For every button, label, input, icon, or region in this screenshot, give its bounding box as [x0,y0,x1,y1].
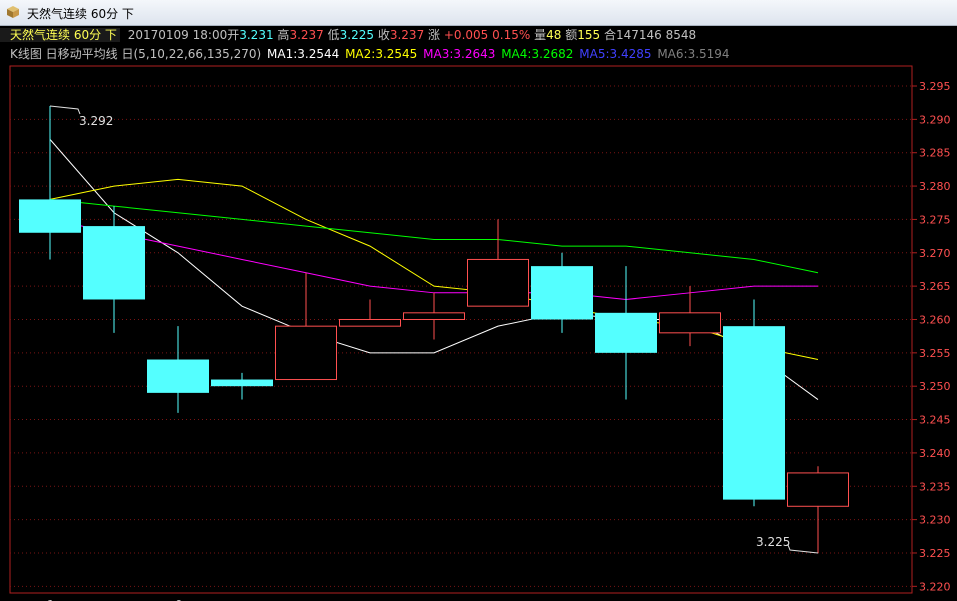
candle-body-up[interactable] [787,472,849,507]
window-titlebar: 天然气连续 60分 下 [0,0,957,26]
y-tick-label: 3.290 [919,113,951,126]
candle-body-up[interactable] [339,318,401,327]
amount-label: 额 [565,28,578,42]
quote-datetime: 20170109 18:00 [127,28,228,42]
y-tick-label: 3.275 [919,213,951,226]
candle-body-down[interactable] [83,226,145,300]
low-annotation: 3.225 [756,535,790,549]
y-tick-label: 3.295 [919,80,951,93]
candle-body-down[interactable] [595,312,657,353]
volume-label: 量 [534,28,547,42]
ma-line-ma4 [49,198,819,274]
candle-body-up[interactable] [403,312,465,320]
y-tick-label: 3.265 [919,280,951,293]
ma-legend-bar: K线图 日移动平均线 日(5,10,22,66,135,270) MA1:3.2… [0,45,957,64]
candle-body-up[interactable] [275,325,337,381]
candle-body-up[interactable] [659,312,721,334]
annotation-leader [787,544,819,554]
ma5-legend: MA5:3.4285 [579,47,652,61]
open-value: 3.231 [239,28,274,42]
y-tick-label: 3.235 [919,480,951,493]
y-tick-label: 3.255 [919,347,951,360]
low-value: 3.225 [339,28,374,42]
change-value: +0.005 [443,28,489,42]
volume-value: 48 [546,28,562,42]
close-value: 3.237 [389,28,425,42]
annotation-leader [49,105,81,115]
y-tick-label: 3.250 [919,380,951,393]
ma-line-ma3 [49,218,818,300]
open-label: 开 [227,28,240,42]
change-percent: 0.15% [492,28,531,42]
open-interest-label: 合 [603,28,616,42]
y-tick-label: 3.260 [919,313,951,326]
y-tick-label: 3.240 [919,447,951,460]
candle-body-down[interactable] [211,379,273,387]
candlestick-chart[interactable]: 3.220 3.225 3.230 3.235 3.240 3.245 3.250 3.255… [0,64,957,601]
high-label: 高 [277,28,290,42]
window-title: 天然气连续 60分 下 [27,7,134,21]
high-value: 3.237 [289,28,324,42]
indicator-name[interactable]: K线图 日移动平均线 日(5,10,22,66,135,270) [0,47,261,61]
change-label: 涨 [428,28,441,42]
candle-body-down[interactable] [147,359,209,393]
candle-body-down[interactable] [19,199,81,233]
y-tick-label: 3.220 [919,580,951,593]
candle-body-down[interactable] [723,326,785,500]
ma6-legend: MA6:3.5194 [657,47,730,61]
low-label: 低 [327,28,340,42]
ma2-legend: MA2:3.2545 [345,47,418,61]
y-tick-label: 3.230 [919,514,951,527]
quote-info-bar: 天然气连续 60分 下 20170109 18:00开3.231 高3.237 … [0,26,957,45]
candle-body-up[interactable] [467,258,529,307]
y-tick-label: 3.225 [919,547,951,560]
app-cube-icon [7,6,19,18]
y-tick-label: 3.280 [919,180,951,193]
y-tick-label: 3.245 [919,414,951,427]
ma1-legend: MA1:3.2544 [267,47,340,61]
close-label: 收 [377,28,390,42]
extra-value: 8548 [665,28,697,42]
high-annotation: 3.292 [79,114,113,128]
ma4-legend: MA4:3.2682 [501,47,574,61]
y-tick-label: 3.270 [919,247,951,260]
y-tick-label: 3.285 [919,147,951,160]
instrument-name: 天然气连续 60分 下 [0,28,120,42]
open-interest-value: 147146 [615,28,662,42]
candle-body-down[interactable] [531,266,593,320]
ma3-legend: MA3:3.2643 [423,47,496,61]
amount-value: 155 [577,28,601,42]
